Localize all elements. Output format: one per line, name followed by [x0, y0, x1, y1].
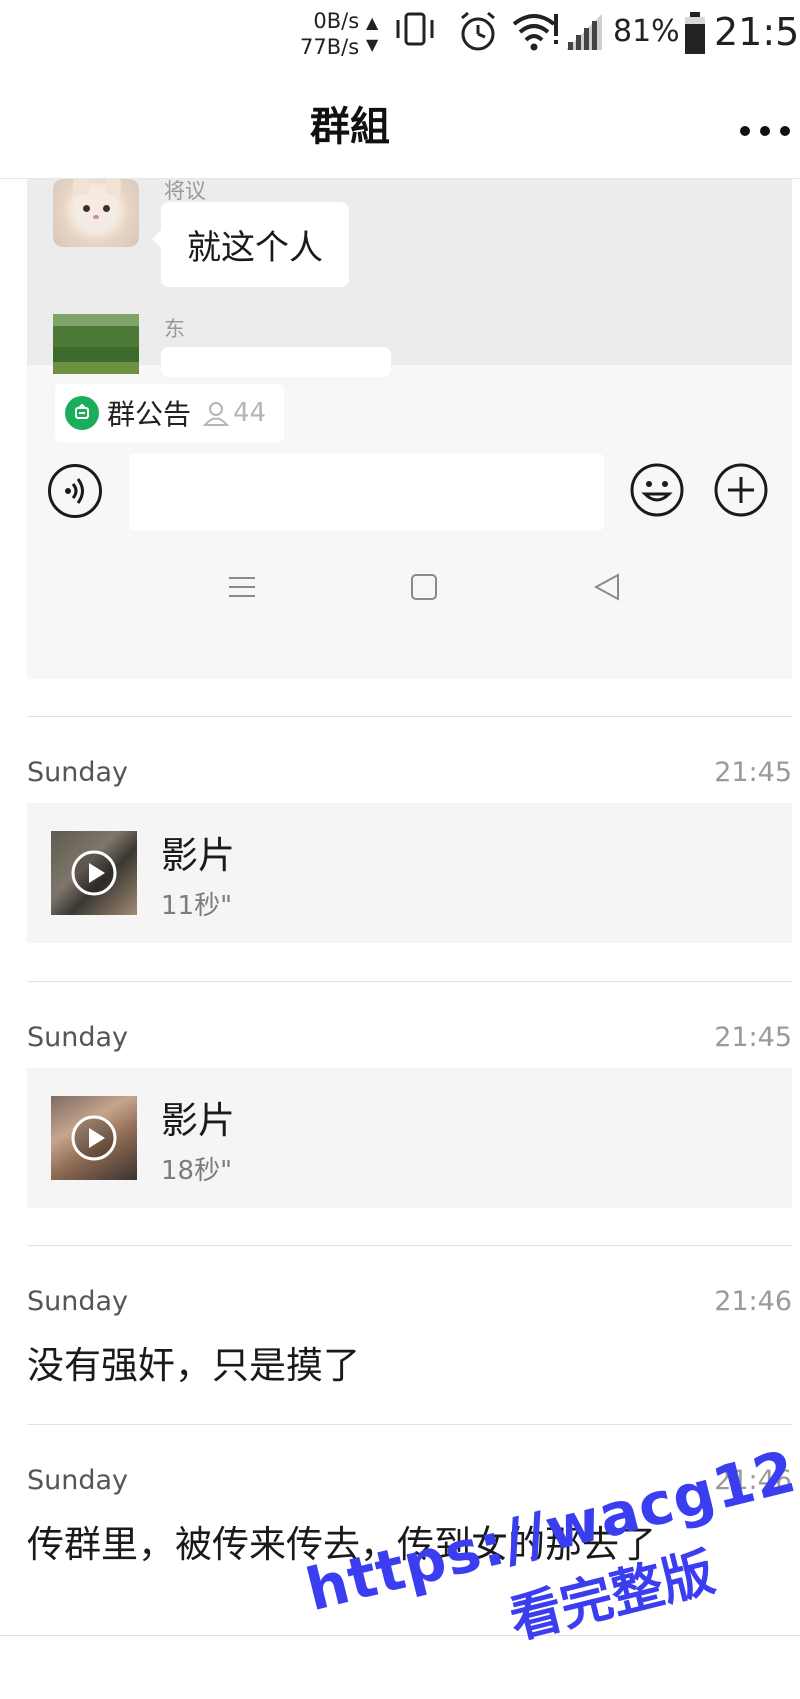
cat-nose — [93, 215, 99, 219]
item-day: Sunday — [27, 1286, 129, 1317]
screenshot-chat-area: 将议 就这个人 东 — [27, 179, 792, 377]
wifi-icon — [512, 14, 558, 51]
battery-percentage: 81% — [613, 14, 680, 49]
sender-name: 东 — [164, 317, 185, 341]
cat-eye — [103, 205, 110, 212]
status-clock: 21:59 — [714, 10, 800, 54]
cat-eye — [83, 205, 90, 212]
cat-ear — [73, 179, 89, 195]
video-duration: 18秒" — [161, 1156, 233, 1186]
chat-bubble: 就这个人 — [152, 202, 349, 287]
video-thumbnail — [51, 1096, 137, 1180]
home-nav-icon — [411, 574, 437, 600]
net-down-speed: 0B/s — [313, 9, 360, 33]
bell-icon — [75, 403, 89, 419]
video-thumbnail — [51, 831, 137, 915]
divider — [27, 981, 792, 982]
video-duration: 11秒" — [161, 891, 233, 921]
back-nav-icon — [593, 573, 619, 601]
member-count: 44 — [233, 398, 267, 428]
net-up-speed: 77B/s — [300, 35, 360, 59]
play-icon — [71, 850, 117, 896]
vibrate-icon — [396, 12, 434, 46]
signal-icon — [566, 14, 602, 50]
play-icon — [71, 1115, 117, 1161]
divider — [27, 1245, 792, 1246]
plus-icon — [714, 463, 768, 517]
notice-icon — [65, 396, 99, 430]
chat-bubble-partial — [161, 347, 391, 377]
item-day: Sunday — [27, 1465, 129, 1496]
divider — [0, 1635, 800, 1636]
cat-avatar — [53, 179, 139, 247]
text-item[interactable]: 没有强奸，只是摸了 — [27, 1335, 360, 1389]
notice-label: 群公告 — [107, 398, 192, 431]
message-input — [129, 454, 604, 530]
item-day: Sunday — [27, 757, 129, 788]
more-options-button[interactable] — [736, 120, 796, 144]
status-bar: 0B/s 77B/s ▲▼ 81% 21:59 — [0, 0, 800, 70]
item-time: 21:46 — [714, 1465, 792, 1496]
page-title: 群組 — [310, 104, 390, 150]
item-time: 21:45 — [714, 757, 792, 788]
menu-nav-icon — [229, 577, 255, 597]
chat-screenshot-card[interactable]: 将议 就这个人 东 群公告 44 — [27, 179, 792, 679]
network-speed: 0B/s 77B/s — [300, 8, 359, 60]
app-header: 群組 — [0, 72, 800, 179]
emoji-icon — [630, 463, 684, 517]
more-dot-icon — [760, 126, 770, 136]
item-day: Sunday — [27, 1022, 129, 1053]
video-item[interactable]: 影片 11秒" — [27, 803, 792, 943]
scenery-avatar — [53, 314, 139, 374]
alarm-icon — [461, 11, 495, 51]
item-time: 21:46 — [714, 1286, 792, 1317]
battery-icon — [685, 12, 705, 54]
more-dot-icon — [780, 126, 790, 136]
divider — [27, 716, 792, 717]
text-item[interactable]: 传群里，被传来传去，传到女的那去了 — [27, 1514, 656, 1568]
member-icon — [203, 402, 230, 426]
video-label: 影片 — [161, 1099, 235, 1142]
divider — [27, 1424, 792, 1425]
net-arrows-icon: ▲ ▼ — [366, 13, 379, 54]
group-notice-chip: 群公告 44 — [55, 384, 285, 442]
video-label: 影片 — [161, 834, 235, 877]
item-time: 21:45 — [714, 1022, 792, 1053]
watermark-url: https://wacg12.com — [299, 1397, 800, 1625]
more-dot-icon — [740, 126, 750, 136]
voice-icon — [65, 478, 84, 504]
video-item[interactable]: 影片 18秒" — [27, 1068, 792, 1208]
voice-input-button — [48, 464, 102, 518]
cat-ear — [105, 179, 121, 195]
